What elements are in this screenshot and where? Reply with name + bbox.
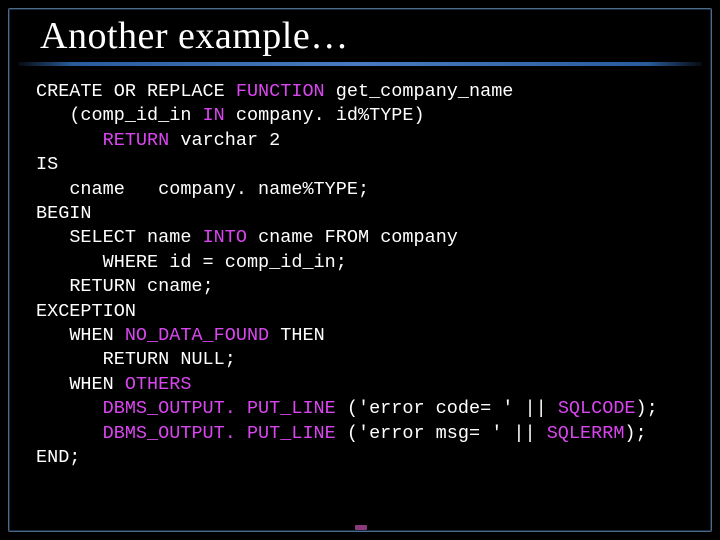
title-underline (18, 62, 702, 66)
code-text: company. id%TYPE) (225, 105, 425, 126)
code-text: IS (36, 154, 58, 175)
code-line: WHEN NO_DATA_FOUND THEN (36, 324, 684, 348)
code-text: BEGIN (36, 203, 92, 224)
code-text: CREATE OR REPLACE (36, 81, 236, 102)
code-line: EXCEPTION (36, 300, 684, 324)
code-text: SELECT name (69, 227, 202, 248)
code-keyword: SQLCODE (558, 398, 636, 419)
code-keyword: INTO (203, 227, 247, 248)
code-keyword: IN (203, 105, 225, 126)
code-text: RETURN NULL; (103, 349, 236, 370)
code-text: ); (636, 398, 658, 419)
code-line: SELECT name INTO cname FROM company (36, 226, 684, 250)
bottom-accent-icon (355, 525, 367, 530)
code-text: (comp_id_in (69, 105, 202, 126)
code-text: END; (36, 447, 80, 468)
code-block: CREATE OR REPLACE FUNCTION get_company_n… (36, 80, 684, 471)
code-line: RETURN NULL; (36, 348, 684, 372)
code-line: cname company. name%TYPE; (36, 178, 684, 202)
code-line: RETURN varchar 2 (36, 129, 684, 153)
code-text: WHERE id = comp_id_in; (103, 252, 347, 273)
code-text: cname FROM company (247, 227, 458, 248)
code-keyword: DBMS_OUTPUT. PUT_LINE (103, 423, 336, 444)
code-line: RETURN cname; (36, 275, 684, 299)
code-keyword: FUNCTION (236, 81, 325, 102)
code-text: cname company. name%TYPE; (69, 179, 369, 200)
code-text: ); (624, 423, 646, 444)
code-line: END; (36, 446, 684, 470)
code-line: BEGIN (36, 202, 684, 226)
code-keyword: NO_DATA_FOUND (125, 325, 269, 346)
code-text: WHEN (69, 325, 125, 346)
code-text: THEN (269, 325, 325, 346)
code-text: varchar 2 (169, 130, 280, 151)
code-line: IS (36, 153, 684, 177)
slide: Another example… CREATE OR REPLACE FUNCT… (0, 0, 720, 540)
code-line: DBMS_OUTPUT. PUT_LINE ('error code= ' ||… (36, 397, 684, 421)
code-text: WHEN (69, 374, 125, 395)
code-keyword: RETURN (103, 130, 170, 151)
code-keyword: DBMS_OUTPUT. PUT_LINE (103, 398, 336, 419)
code-text: RETURN cname; (69, 276, 213, 297)
code-line: WHEN OTHERS (36, 373, 684, 397)
code-line: DBMS_OUTPUT. PUT_LINE ('error msg= ' || … (36, 422, 684, 446)
slide-title: Another example… (40, 14, 349, 58)
code-text: ('error msg= ' || (336, 423, 547, 444)
code-keyword: OTHERS (125, 374, 192, 395)
code-line: CREATE OR REPLACE FUNCTION get_company_n… (36, 80, 684, 104)
code-text: EXCEPTION (36, 301, 136, 322)
code-line: WHERE id = comp_id_in; (36, 251, 684, 275)
code-keyword: SQLERRM (547, 423, 625, 444)
code-text: get_company_name (325, 81, 514, 102)
code-text: ('error code= ' || (336, 398, 558, 419)
code-line: (comp_id_in IN company. id%TYPE) (36, 104, 684, 128)
